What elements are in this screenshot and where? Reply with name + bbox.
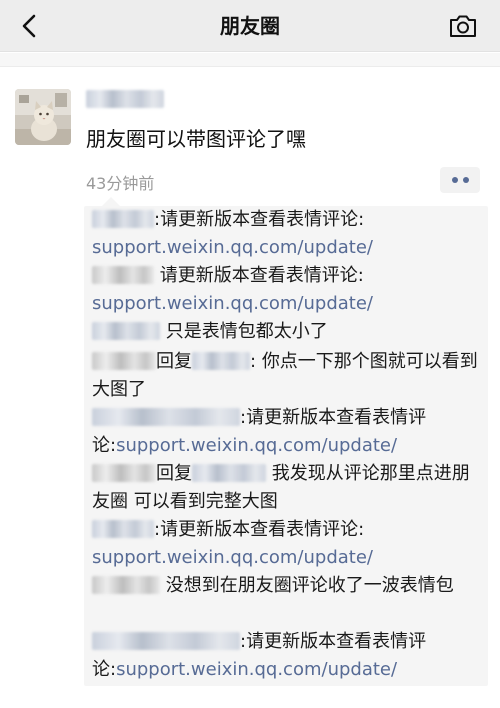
comment-item[interactable]: :请更新版本查看表情评论: support.weixin.qq.com/upda…: [92, 206, 484, 262]
commenter-name-blurred[interactable]: [92, 210, 154, 228]
section-gap: [0, 53, 500, 67]
moment-post: 朋友圈可以带图评论了嘿 43分钟前 :请更新版本查看表情评论: support.…: [0, 68, 500, 708]
dot-icon: [462, 177, 469, 183]
dot-icon: [451, 177, 458, 183]
comment-item[interactable]: 请更新版本查看表情评论: support.weixin.qq.com/updat…: [92, 262, 484, 318]
reply-target-blurred[interactable]: [192, 352, 250, 370]
top-nav-bar: 朋友圈: [0, 0, 500, 52]
comment-item[interactable]: :请更新版本查看表情评论: support.weixin.qq.com/upda…: [92, 516, 484, 572]
commenter-name-blurred[interactable]: [92, 632, 240, 650]
update-link[interactable]: support.weixin.qq.com/update/: [92, 547, 373, 568]
cat-avatar-image: [15, 89, 71, 145]
post-time: 43分钟前: [86, 174, 155, 193]
update-link[interactable]: support.weixin.qq.com/update/: [92, 237, 373, 258]
update-link[interactable]: support.weixin.qq.com/update/: [116, 659, 397, 680]
commenter-name-blurred[interactable]: [92, 408, 240, 426]
comment-item[interactable]: 回复: 你点一下那个图就可以看到大图了: [92, 348, 484, 404]
username-blurred[interactable]: [86, 90, 164, 108]
update-link[interactable]: support.weixin.qq.com/update/: [92, 293, 373, 314]
commenter-name-blurred[interactable]: [92, 266, 154, 284]
commenter-name-blurred[interactable]: [92, 352, 156, 370]
comment-item[interactable]: 回复 我发现从评论那里点进朋友圈 可以看到完整大图: [92, 460, 484, 516]
commenter-name-blurred[interactable]: [92, 520, 154, 538]
comment-item[interactable]: 只是表情包都太小了: [92, 318, 484, 346]
commenter-name-blurred[interactable]: [92, 322, 160, 340]
page-title: 朋友圈: [220, 14, 280, 38]
more-actions-button[interactable]: [440, 167, 480, 193]
camera-icon: [450, 15, 476, 37]
comment-item[interactable]: :请更新版本查看表情评论:support.weixin.qq.com/updat…: [92, 404, 484, 460]
commenter-name-blurred[interactable]: [92, 576, 160, 594]
post-text: 朋友圈可以带图评论了嘿: [86, 127, 306, 151]
camera-button[interactable]: [446, 10, 480, 42]
comment-item[interactable]: 没想到在朋友圈评论收了一波表情包: [92, 572, 484, 600]
comment-item[interactable]: :请更新版本查看表情评论:support.weixin.qq.com/updat…: [92, 628, 484, 684]
update-link[interactable]: support.weixin.qq.com/update/: [116, 435, 397, 456]
comment-list: :请更新版本查看表情评论: support.weixin.qq.com/upda…: [84, 197, 488, 686]
reply-target-blurred[interactable]: [192, 464, 266, 482]
avatar[interactable]: [15, 89, 71, 145]
commenter-name-blurred[interactable]: [92, 464, 156, 482]
